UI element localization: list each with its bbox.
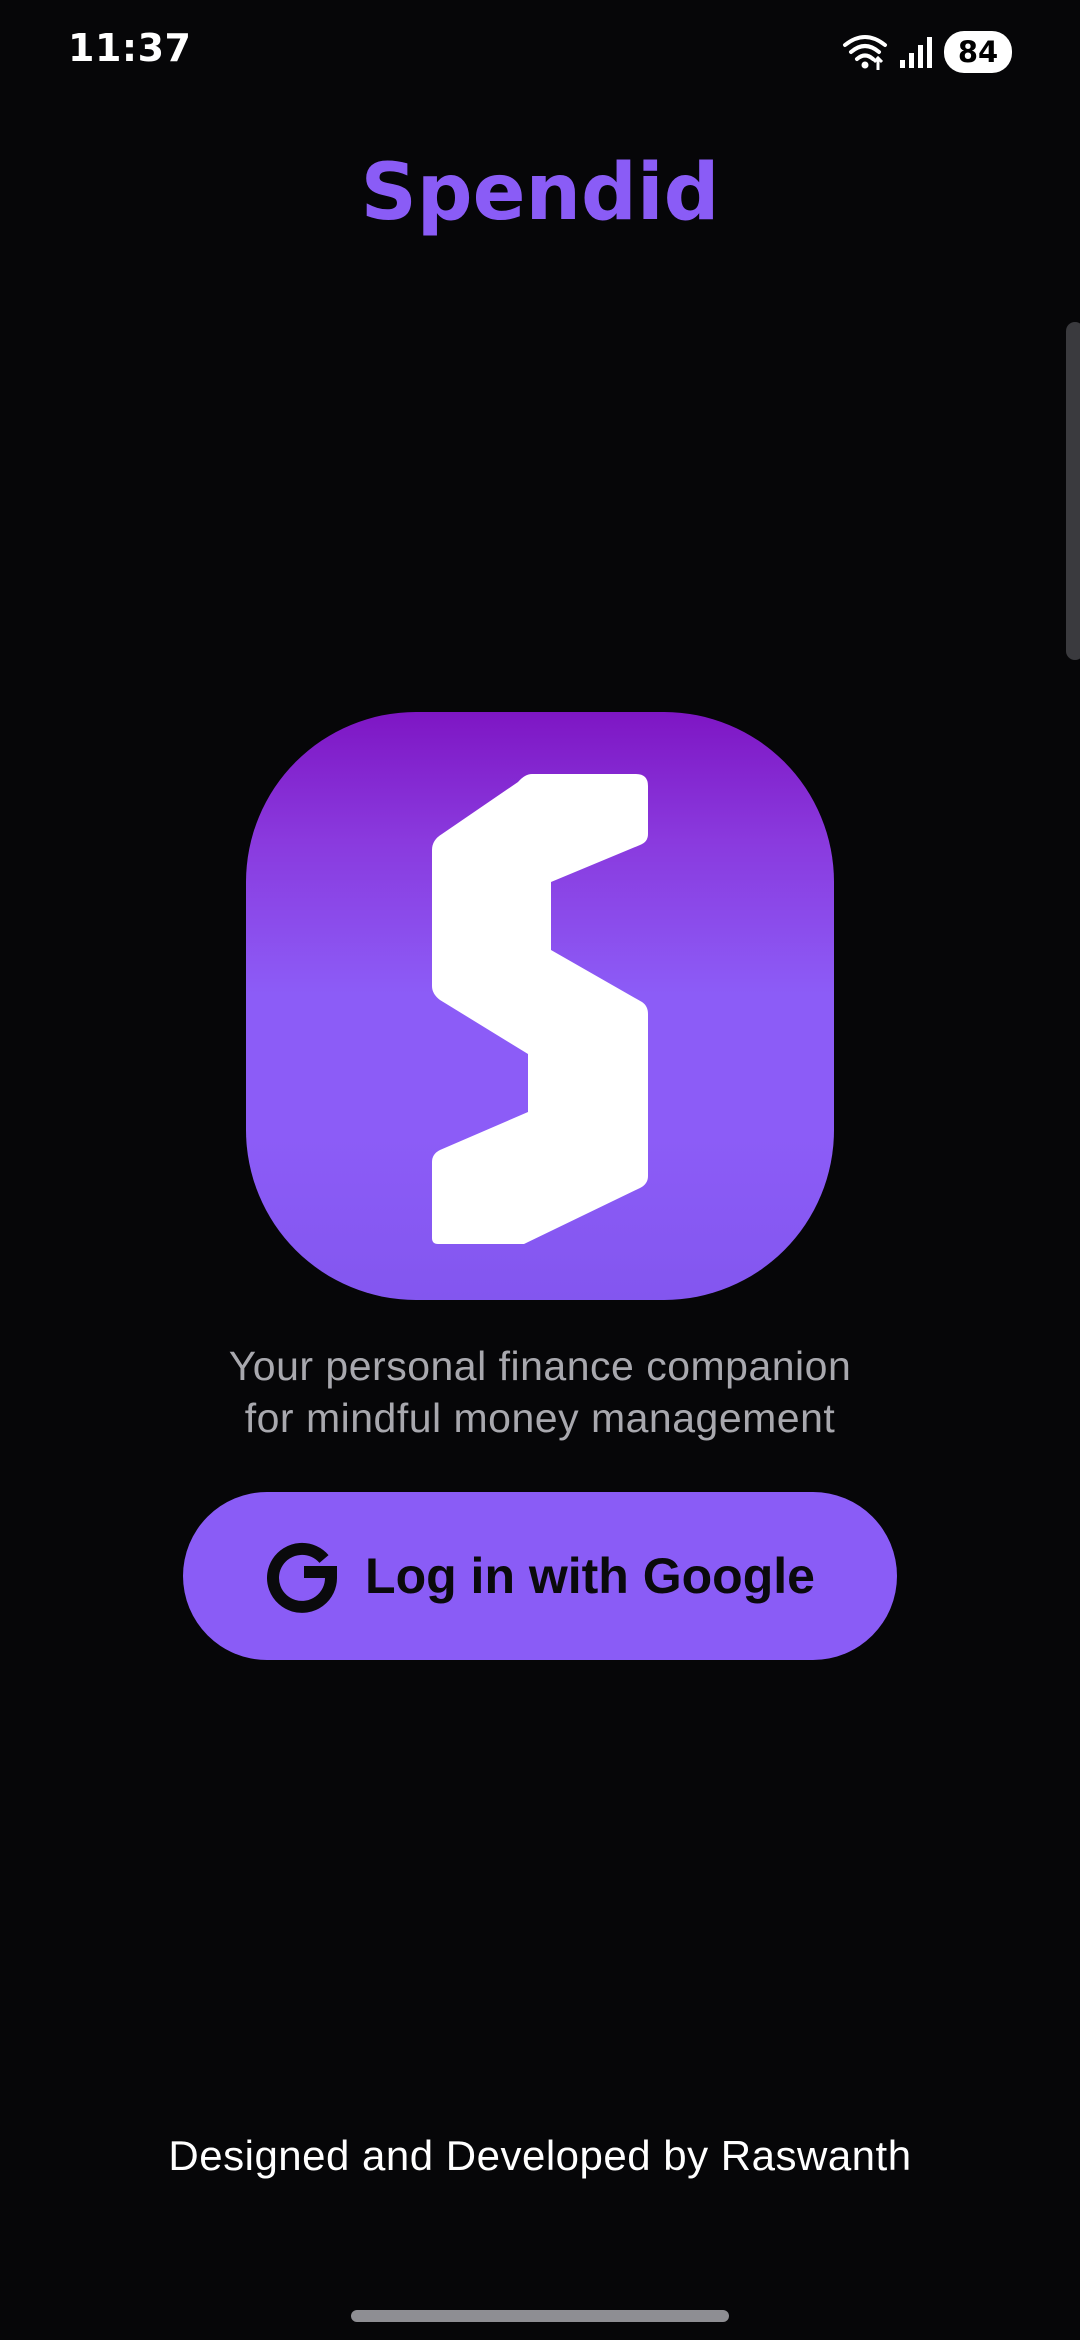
google-icon bbox=[267, 1542, 338, 1613]
app-logo bbox=[246, 712, 834, 1300]
app-title: Spendid bbox=[360, 148, 720, 238]
tagline-line-2: for mindful money management bbox=[244, 1395, 836, 1441]
footer-credit: Designed and Developed by Raswanth bbox=[168, 2132, 912, 2179]
wifi-icon bbox=[843, 35, 887, 70]
spendid-s-logo-icon bbox=[432, 774, 648, 1244]
google-login-button[interactable]: Log in with Google bbox=[183, 1492, 897, 1660]
tagline-line-1: Your personal finance companion bbox=[228, 1343, 852, 1389]
battery-indicator: 84 bbox=[944, 31, 1012, 73]
status-icons: 84 bbox=[842, 30, 1012, 74]
status-time: 11:37 bbox=[68, 26, 192, 70]
scroll-indicator[interactable] bbox=[1066, 322, 1080, 660]
home-indicator[interactable] bbox=[351, 2310, 729, 2322]
signal-icon bbox=[900, 37, 932, 68]
tagline: Your personal finance companion for mind… bbox=[0, 1340, 1080, 1444]
google-login-label: Log in with Google bbox=[365, 1548, 815, 1604]
status-bar: 11:37 84 bbox=[0, 0, 1080, 110]
